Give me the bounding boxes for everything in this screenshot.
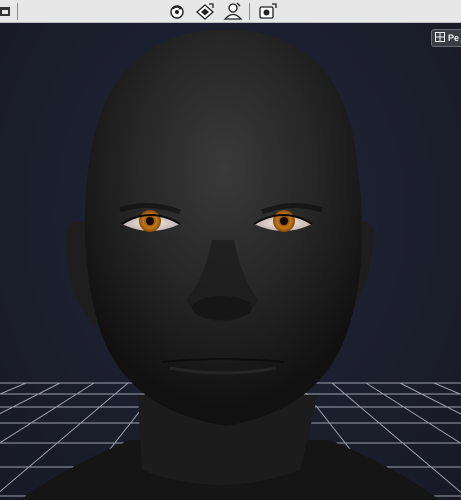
camera-label: Pe bbox=[448, 33, 460, 43]
3d-viewport[interactable]: Pe bbox=[0, 23, 461, 500]
camera-grid-icon bbox=[435, 32, 445, 44]
rotate-view-icon[interactable] bbox=[166, 1, 188, 21]
viewport-toolbar bbox=[0, 0, 461, 23]
figure-view-icon[interactable] bbox=[222, 1, 244, 21]
toolbar-separator bbox=[249, 3, 250, 20]
render-camera-icon[interactable] bbox=[257, 1, 279, 21]
head-model bbox=[20, 30, 440, 500]
camera-selector-button[interactable]: Pe bbox=[431, 29, 461, 47]
toolbar-separator bbox=[17, 3, 18, 20]
viewport-scene bbox=[0, 30, 461, 500]
pan-view-icon[interactable] bbox=[194, 1, 216, 21]
window-icon[interactable] bbox=[0, 1, 16, 21]
